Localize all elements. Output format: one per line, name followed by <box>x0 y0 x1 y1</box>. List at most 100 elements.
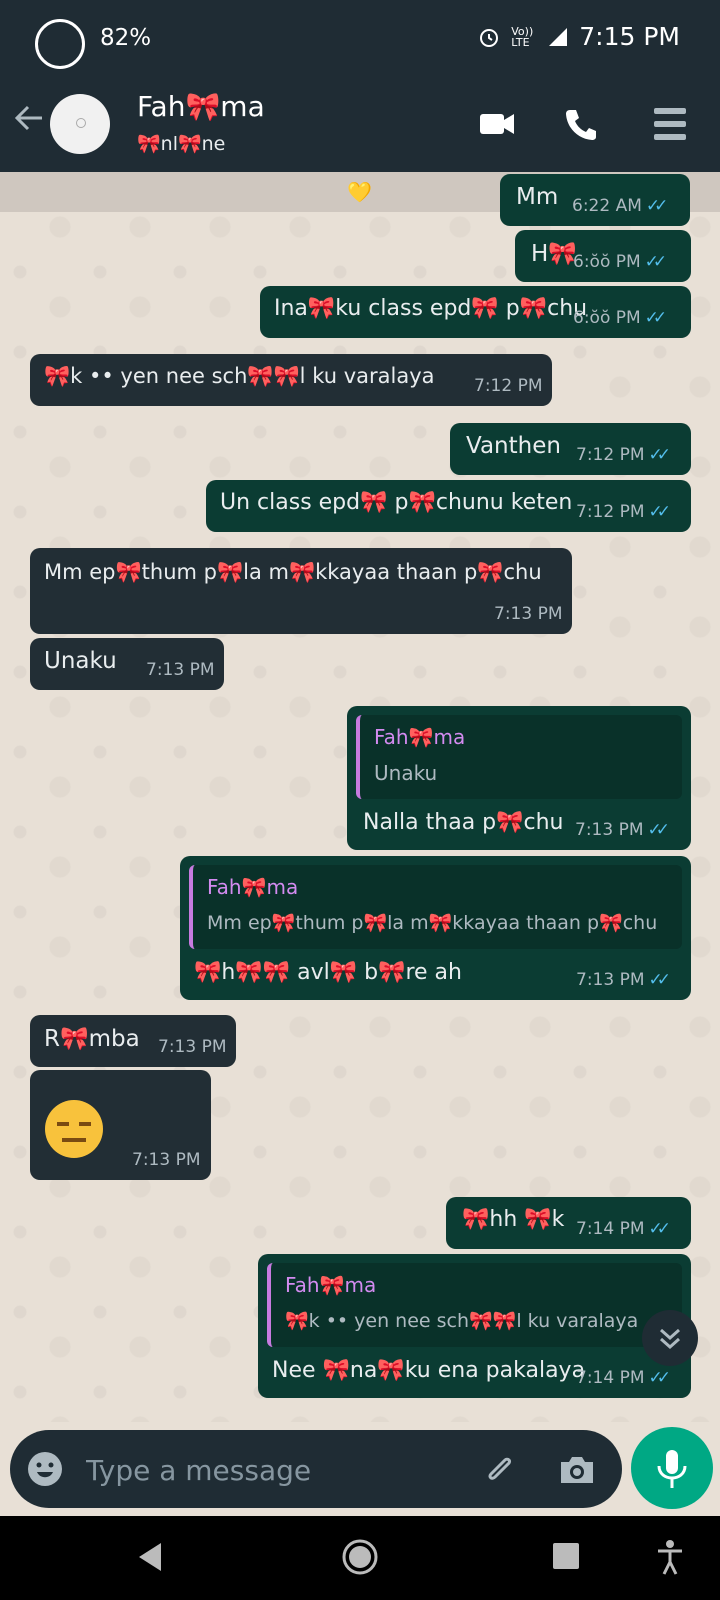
message-text: 🎀h🎀🎀 avl🎀 b🎀re ah <box>194 960 462 985</box>
message-time: 7:13 PM <box>132 1150 201 1170</box>
chat-header: Fah🎀ma 🎀nl🎀ne <box>0 76 720 172</box>
message-bubble-incoming[interactable]: Mm ep🎀thum p🎀la m🎀kkayaa thaan p🎀chu 7:1… <box>30 548 572 634</box>
message-text: 🎀k •• yen nee sch🎀🎀l ku varalaya <box>44 364 435 388</box>
composer-pill <box>10 1430 622 1508</box>
message-text: R🎀mba <box>44 1026 140 1052</box>
message-bubble-incoming[interactable]: 🎀k •• yen nee sch🎀🎀l ku varalaya 7:12 PM <box>30 354 552 406</box>
system-navigation-bar <box>0 1516 720 1600</box>
clock: 7:15 PM <box>579 22 680 51</box>
battery-ring-icon <box>35 19 85 69</box>
quoted-text: Mm ep🎀thum p🎀la m🎀kkayaa thaan p🎀chu <box>207 912 658 934</box>
message-bubble-incoming[interactable]: Unaku 7:13 PM <box>30 638 224 690</box>
volte-label: Vo)) LTE <box>511 24 534 49</box>
message-meta: 7:14 PM ✓✓ <box>576 1219 671 1239</box>
message-time: 7:14 PM <box>576 1219 645 1239</box>
quoted-message[interactable]: Fah🎀ma Mm ep🎀thum p🎀la m🎀kkayaa thaan p🎀… <box>189 865 682 949</box>
message-time: 6:22 AM <box>572 196 642 216</box>
video-call-icon[interactable] <box>478 104 516 144</box>
message-bubble-outgoing-reply[interactable]: Fah🎀ma Mm ep🎀thum p🎀la m🎀kkayaa thaan p🎀… <box>180 856 691 1000</box>
message-text: Unaku <box>44 648 117 674</box>
double-chevron-down-icon <box>660 1328 680 1350</box>
menu-icon[interactable] <box>652 104 688 144</box>
camera-icon[interactable] <box>558 1452 596 1488</box>
message-time: 7:13 PM <box>494 604 563 624</box>
status-right-group: Vo)) LTE 7:15 PM <box>477 22 680 51</box>
message-bubble-incoming[interactable]: R🎀mba 7:13 PM <box>30 1015 236 1067</box>
quoted-text: 🎀k •• yen nee sch🎀🎀l ku varalaya <box>285 1310 639 1332</box>
emoji-icon[interactable] <box>26 1450 64 1488</box>
message-meta: 7:12 PM ✓✓ <box>576 445 671 465</box>
quoted-message[interactable]: Fah🎀ma Unaku <box>356 715 682 799</box>
message-bubble-incoming-emoji[interactable]: 7:13 PM <box>30 1070 211 1180</box>
message-bubble-outgoing-reply[interactable]: Fah🎀ma 🎀k •• yen nee sch🎀🎀l ku varalaya … <box>258 1254 691 1398</box>
message-bubble-outgoing[interactable]: H🎀 6:ŏŏ PM ✓✓ <box>515 230 691 282</box>
nav-back-icon[interactable] <box>135 1540 167 1574</box>
read-receipt-icon: ✓✓ <box>644 308 667 328</box>
message-bubble-outgoing[interactable]: Mm 6:22 AM ✓✓ <box>500 174 690 226</box>
read-receipt-icon: ✓✓ <box>648 970 671 990</box>
back-arrow-icon[interactable] <box>12 98 46 138</box>
message-time: 7:14 PM <box>576 1368 645 1388</box>
nav-recents-icon[interactable] <box>552 1542 580 1570</box>
read-receipt-icon: ✓✓ <box>644 252 667 272</box>
message-input[interactable] <box>84 1448 468 1492</box>
message-time: 7:13 PM <box>158 1037 227 1057</box>
message-meta: 7:13 PM ✓✓ <box>576 970 671 990</box>
message-text: 🎀hh 🎀k <box>462 1207 565 1232</box>
message-meta: 6:ŏŏ PM ✓✓ <box>573 308 667 328</box>
message-text: Nalla thaa p🎀chu <box>363 810 564 835</box>
contact-status: 🎀nl🎀ne <box>137 133 226 155</box>
quoted-text: Unaku <box>374 761 438 785</box>
message-text: Vanthen <box>466 433 561 459</box>
message-bubble-outgoing[interactable]: 🎀hh 🎀k 7:14 PM ✓✓ <box>446 1197 691 1249</box>
message-meta: 7:14 PM ✓✓ <box>576 1368 671 1388</box>
expressionless-face-emoji <box>45 1100 103 1158</box>
battery-percent: 82% <box>100 25 152 51</box>
message-meta: 6:22 AM ✓✓ <box>572 196 668 216</box>
quoted-message[interactable]: Fah🎀ma 🎀k •• yen nee sch🎀🎀l ku varalaya <box>267 1263 682 1347</box>
message-bubble-outgoing-reply[interactable]: Fah🎀ma Unaku Nalla thaa p🎀chu 7:13 PM ✓✓ <box>347 706 691 850</box>
message-meta: 6:ŏŏ PM ✓✓ <box>573 252 667 272</box>
read-receipt-icon: ✓✓ <box>648 1219 671 1239</box>
avatar[interactable] <box>50 94 110 154</box>
quoted-sender: Fah🎀ma <box>207 875 299 899</box>
message-text: Mm <box>516 184 559 210</box>
attachment-icon[interactable] <box>480 1450 520 1490</box>
microphone-icon <box>657 1450 687 1488</box>
signal-icon <box>549 27 568 46</box>
read-receipt-icon: ✓✓ <box>648 502 671 522</box>
quoted-sender: Fah🎀ma <box>374 725 466 749</box>
message-text: H🎀 <box>531 241 577 267</box>
scroll-to-bottom-button[interactable] <box>642 1310 698 1366</box>
accessibility-icon[interactable] <box>655 1538 685 1576</box>
alarm-icon <box>480 28 499 47</box>
yellow-heart-emoji: 💛 <box>347 180 372 204</box>
read-receipt-icon: ✓✓ <box>648 1368 671 1388</box>
message-time: 7:13 PM <box>576 970 645 990</box>
message-time: 7:12 PM <box>474 376 543 396</box>
message-bubble-outgoing[interactable]: Vanthen 7:12 PM ✓✓ <box>450 423 691 475</box>
nav-home-icon[interactable] <box>341 1538 379 1576</box>
message-list[interactable]: 💛 Mm 6:22 AM ✓✓ H🎀 6:ŏŏ PM ✓✓ Ina🎀ku class… <box>0 172 720 1422</box>
read-receipt-icon: ✓✓ <box>645 196 668 216</box>
read-receipt-icon: ✓✓ <box>647 820 670 840</box>
message-time: 6:ŏŏ PM <box>573 308 641 328</box>
message-time: 7:13 PM <box>575 820 644 840</box>
quoted-sender: Fah🎀ma <box>285 1273 377 1297</box>
message-time: 7:12 PM <box>576 502 645 522</box>
message-time: 6:ŏŏ PM <box>573 252 641 272</box>
message-text: Nee 🎀na🎀ku ena pakalaya <box>272 1358 586 1383</box>
composer-bar <box>0 1422 720 1516</box>
contact-name[interactable]: Fah🎀ma <box>137 90 265 123</box>
message-text: Ina🎀ku class epd🎀 p🎀chu <box>274 296 588 321</box>
voice-record-button[interactable] <box>631 1427 713 1509</box>
message-meta: 7:12 PM ✓✓ <box>576 502 671 522</box>
status-bar: 82% Vo)) LTE 7:15 PM <box>0 0 720 76</box>
message-bubble-outgoing[interactable]: Ina🎀ku class epd🎀 p🎀chu 6:ŏŏ PM ✓✓ <box>260 286 691 338</box>
message-bubble-outgoing[interactable]: Un class epd🎀 p🎀chunu keten 7:12 PM ✓✓ <box>206 480 691 532</box>
read-receipt-icon: ✓✓ <box>648 445 671 465</box>
message-meta: 7:13 PM ✓✓ <box>575 820 670 840</box>
message-text: Mm ep🎀thum p🎀la m🎀kkayaa thaan p🎀chu <box>44 560 542 584</box>
message-time: 7:13 PM <box>146 660 215 680</box>
voice-call-icon[interactable] <box>562 104 598 144</box>
